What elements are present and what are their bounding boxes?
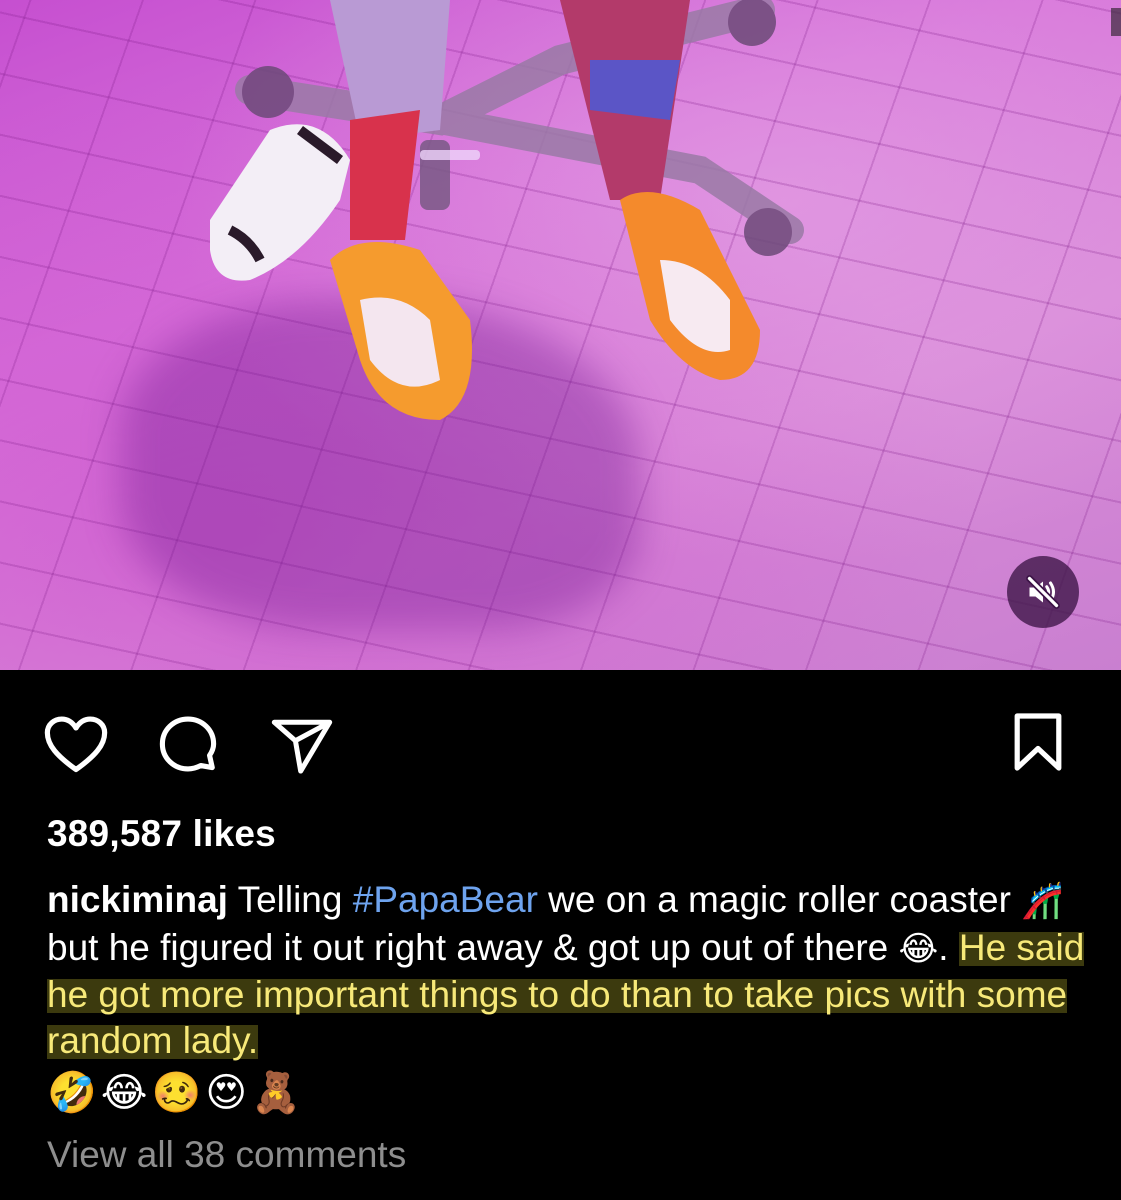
white-sneaker — [210, 124, 350, 281]
instagram-post: 389,587 likes nickiminaj Telling #PapaBe… — [0, 0, 1121, 1200]
video-scene — [210, 0, 1121, 420]
caption-text: . — [938, 926, 959, 968]
action-bar — [0, 700, 1121, 790]
comment-bubble-icon[interactable] — [158, 715, 218, 777]
laughing-emoji: 😂 — [898, 928, 939, 969]
roller-coaster-emoji: 🎢 — [1021, 881, 1064, 921]
caption-text: we on a magic roller coaster — [537, 879, 1022, 920]
paper-plane-icon[interactable] — [270, 717, 334, 775]
likes-count[interactable]: 389,587 likes — [47, 813, 276, 855]
speaker-muted-icon — [1025, 574, 1061, 610]
post-video[interactable] — [0, 0, 1121, 670]
bookmark-icon[interactable] — [1012, 712, 1064, 772]
caption-username[interactable]: nickiminaj — [47, 879, 228, 920]
post-caption: nickiminaj Telling #PapaBear we on a mag… — [47, 877, 1087, 1063]
mute-toggle-button[interactable] — [1007, 556, 1079, 628]
caption-emoji-line: 🤣😂🥴😍🧸 — [47, 1070, 305, 1116]
hashtag-link[interactable]: #PapaBear — [353, 879, 538, 920]
caption-text: Telling — [227, 879, 353, 920]
view-all-comments-link[interactable]: View all 38 comments — [47, 1134, 406, 1176]
heart-icon[interactable] — [43, 715, 109, 775]
caption-text: but he figured it out right away & got u… — [47, 926, 899, 968]
